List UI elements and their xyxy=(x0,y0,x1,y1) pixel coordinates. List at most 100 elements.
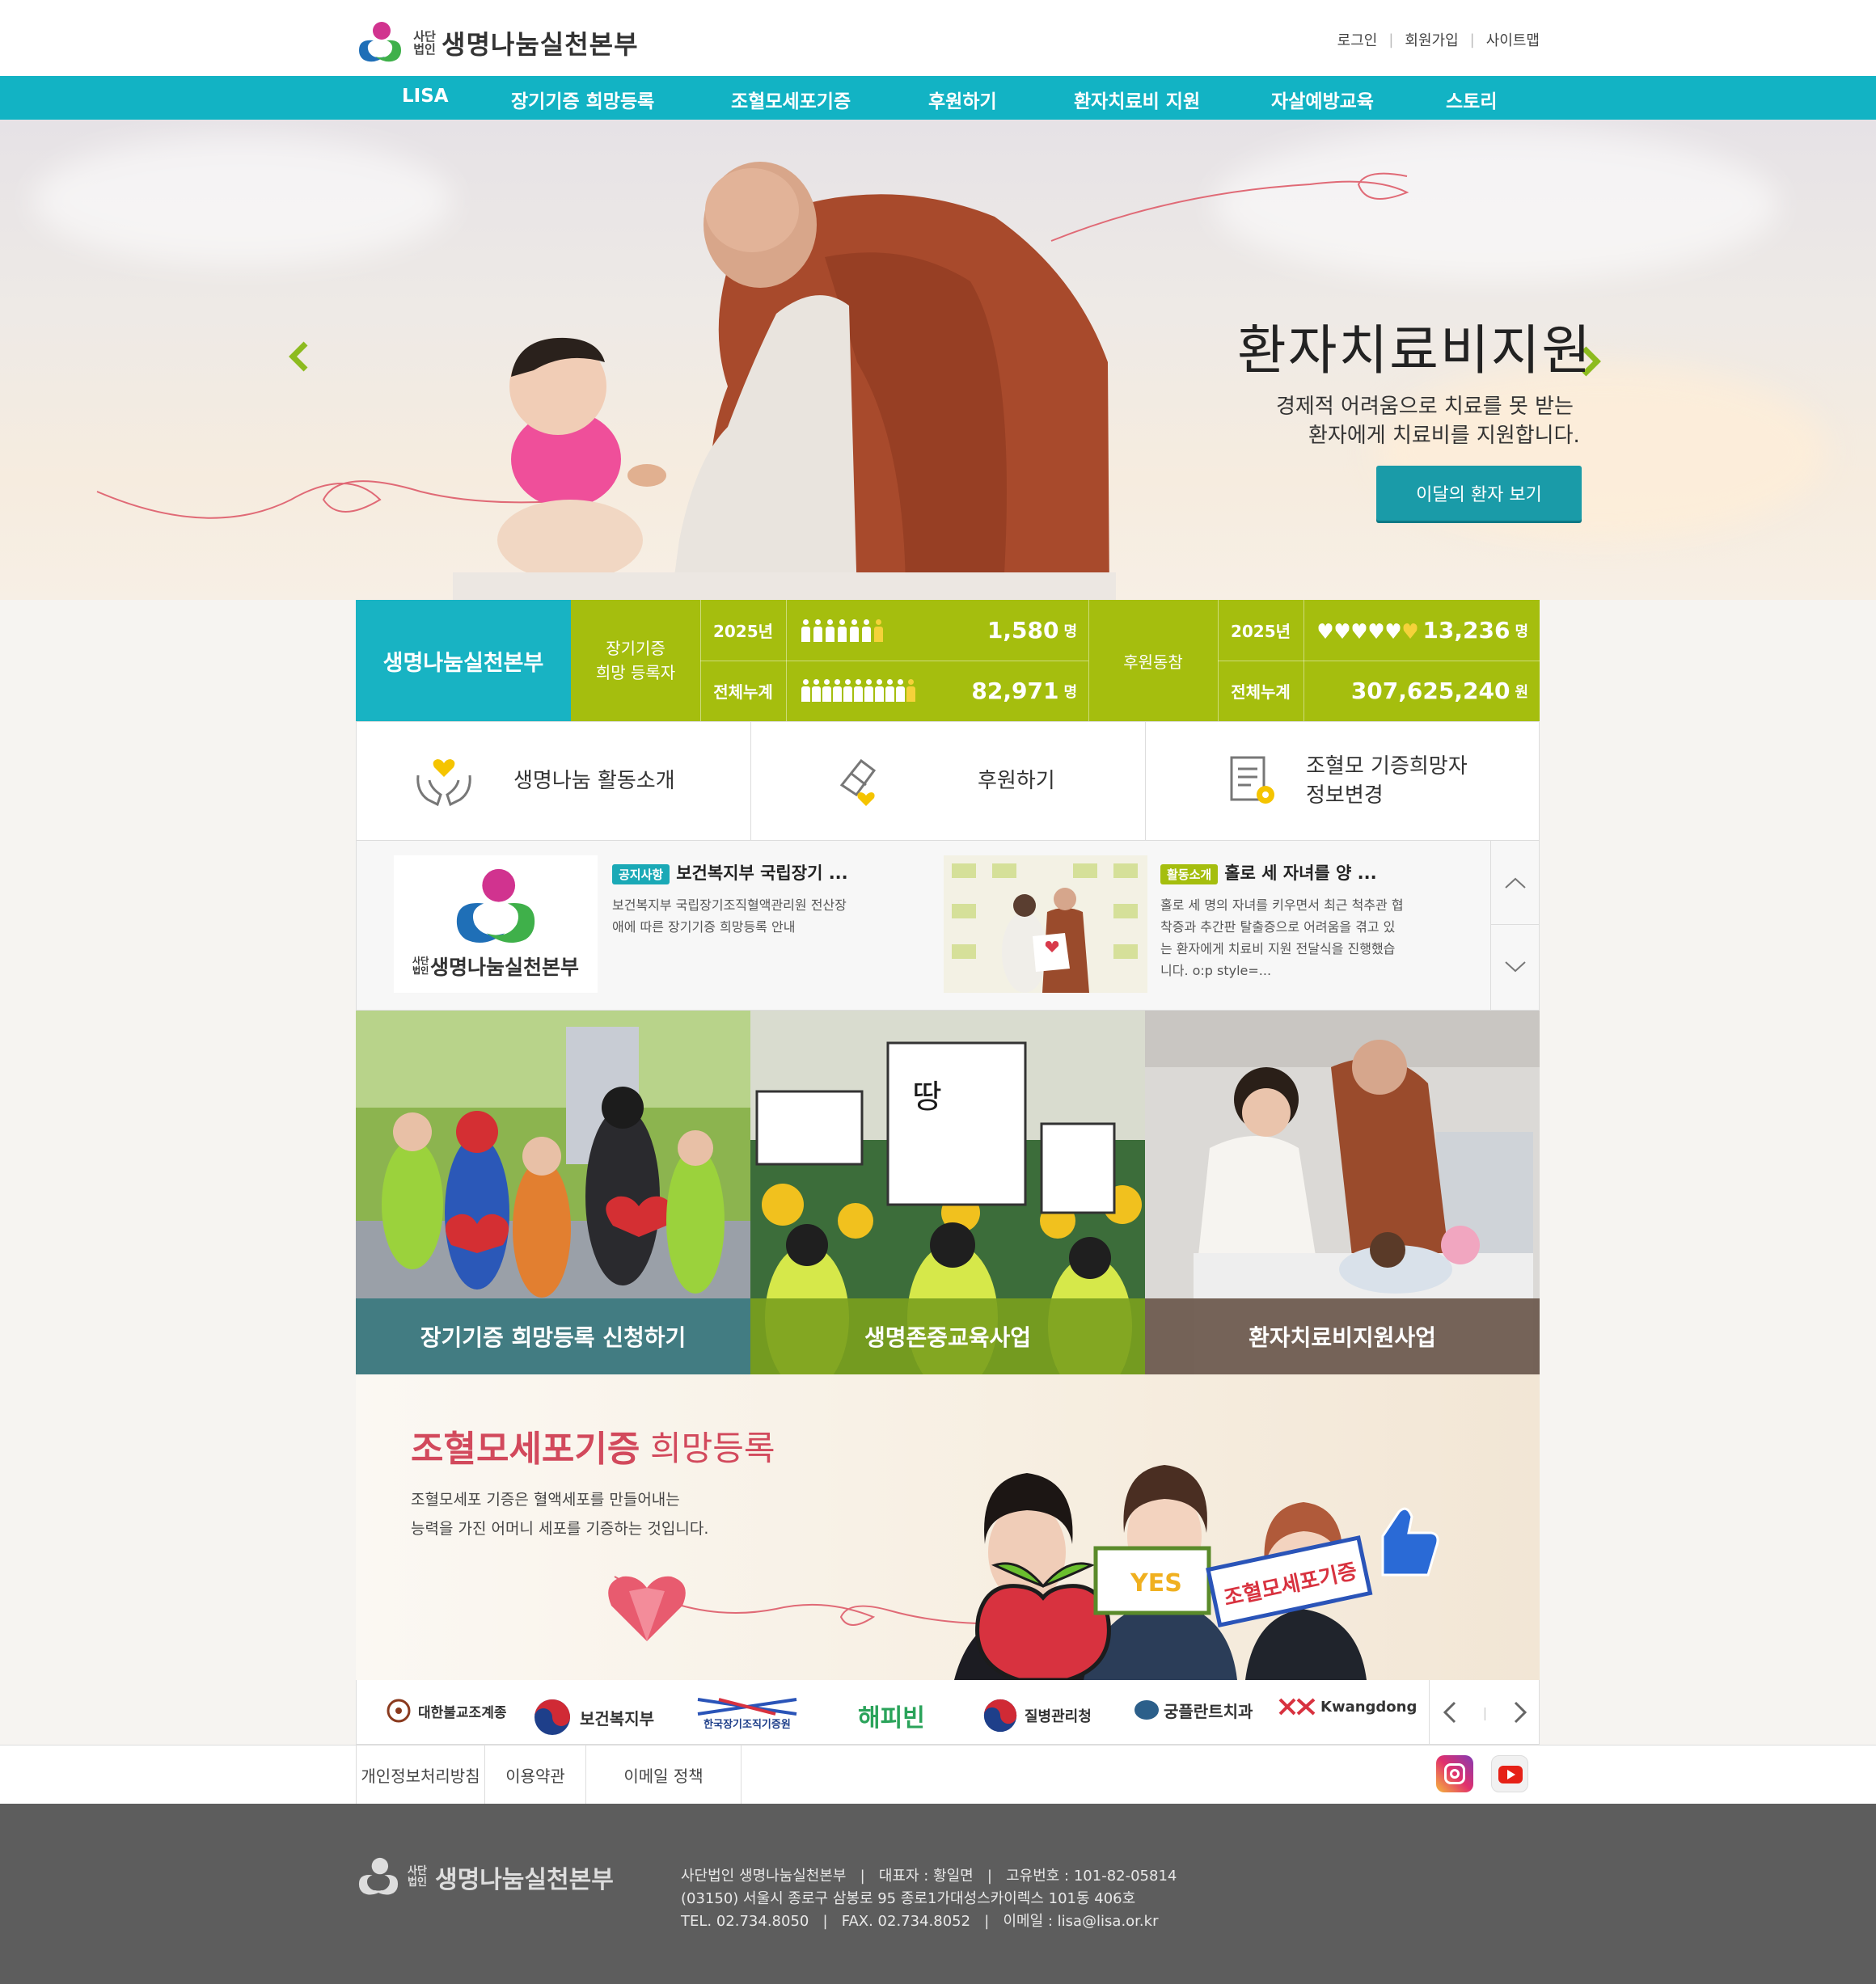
news-item-activity[interactable]: 활동소개 홀로 세 자녀를 양 ... 홀로 세 명의 자녀를 키우면서 최근 척… xyxy=(1160,860,1435,981)
terms-link[interactable]: 이용약관 xyxy=(485,1745,586,1804)
activity-text-line4: 니다. o:p style=... xyxy=(1160,963,1272,978)
logo-mark-icon xyxy=(356,21,404,65)
support-total-label: 전체누계 xyxy=(1231,682,1291,702)
logo-small-text: 사단법인 xyxy=(413,29,436,57)
logo-small-text: 사단법인 xyxy=(412,956,429,976)
support-year-stat: 13,236 명 xyxy=(1422,600,1540,661)
sitemap-link[interactable]: 사이트맵 xyxy=(1486,29,1540,50)
cord-banner[interactable]: 조혈모세포기증 희망등록 조혈모세포 기증은 혈액세포를 만들어내는 능력을 가… xyxy=(356,1374,1540,1680)
tile-caption: 환자치료비지원사업 xyxy=(1145,1298,1540,1374)
logo-name: 생명나눔실천본부 xyxy=(435,1866,614,1894)
tile-caption: 생명존중교육사업 xyxy=(750,1298,1145,1374)
email-policy-link[interactable]: 이메일 정책 xyxy=(586,1745,742,1804)
activity-text-line2: 착증과 추간판 탈출증으로 어려움을 겪고 있 xyxy=(1160,919,1396,935)
partner-kwangdong[interactable]: Kwangdong xyxy=(1278,1698,1417,1716)
news-item-notice[interactable]: 공지사항 보건복지부 국립장기 ... 보건복지부 국립장기조직혈액관리원 전산장… xyxy=(612,860,903,938)
quick-cord-label: 조혈모 기증희망자 정보변경 xyxy=(1306,752,1468,810)
partner-name: 질병관리청 xyxy=(1025,1708,1092,1725)
quick-donate-label: 후원하기 xyxy=(978,769,1055,793)
tile-caption: 장기기증 희망등록 신청하기 xyxy=(356,1298,750,1374)
document-gear-icon xyxy=(1230,756,1274,804)
nav-item-story[interactable]: 스토리 xyxy=(1446,86,1497,113)
news-thumbnail-logo[interactable]: 사단법인 생명나눔실천본부 xyxy=(394,855,598,993)
support-total-stat: 307,625,240 원 xyxy=(1303,661,1540,721)
privacy-policy-link[interactable]: 개인정보처리방침 xyxy=(356,1745,485,1804)
login-link[interactable]: 로그인 xyxy=(1337,29,1378,50)
partner-happybean[interactable]: 해피빈 xyxy=(858,1698,925,1733)
organ-label-line1: 장기기증 xyxy=(606,639,665,658)
quick-activity[interactable]: 생명나눔 활동소개 xyxy=(357,722,751,840)
partner-mohw[interactable]: 보건복지부 xyxy=(533,1698,654,1737)
signup-link[interactable]: 회원가입 xyxy=(1405,29,1458,50)
site-header: 사단법인 생명나눔실천본부 로그인 | 회원가입 | 사이트맵 xyxy=(0,0,1876,76)
koda-mark-icon xyxy=(697,1698,797,1716)
view-patient-button[interactable]: 이달의 환자 보기 xyxy=(1376,466,1582,521)
organ-year-stat: 1,580 명 xyxy=(922,600,1088,661)
cord-illustration: YES 조혈모세포기증 xyxy=(608,1465,1439,1680)
organ-label-line2: 희망 등록자 xyxy=(595,663,676,682)
unit: 명 xyxy=(1063,683,1077,701)
chevron-left-icon[interactable] xyxy=(1442,1700,1458,1724)
activity-text-line1: 홀로 세 명의 자녀를 키우면서 최근 척추관 협 xyxy=(1160,897,1404,913)
news-thumbnail-photo[interactable] xyxy=(944,855,1147,993)
divider xyxy=(1088,600,1089,721)
nav-item-support[interactable]: 후원하기 xyxy=(928,86,997,113)
taegeuk-icon xyxy=(983,1699,1017,1733)
nav-item-treatment[interactable]: 환자치료비 지원 xyxy=(1074,86,1200,113)
youtube-icon[interactable] xyxy=(1491,1755,1528,1792)
tile-treatment-support[interactable]: 환자치료비지원사업 xyxy=(1145,1011,1540,1374)
logo-small-text: 사단법인 xyxy=(408,1865,427,1889)
nav-item-cord[interactable]: 조혈모세포기증 xyxy=(731,86,851,113)
chevron-up-icon xyxy=(1504,877,1526,889)
sign-yes-text: YES xyxy=(1130,1569,1182,1598)
footer-info-line1: 사단법인 생명나눔실천본부 | 대표자 : 황일면 | 고유번호 : 101-8… xyxy=(681,1868,1177,1885)
quick-activity-label: 생명나눔 활동소개 xyxy=(513,769,675,793)
tile-life-education[interactable]: 땅 생명존중교육사업 xyxy=(750,1011,1145,1374)
notice-text-line2: 애에 따른 장기기증 희망등록 안내 xyxy=(612,919,796,935)
nav-item-lisa[interactable]: LISA xyxy=(402,86,449,107)
support-year-value: 13,236 xyxy=(1422,617,1511,644)
organ-total-stat: 82,971 명 xyxy=(922,661,1088,721)
site-footer: 사단법인 생명나눔실천본부 사단법인 생명나눔실천본부 | 대표자 : 황일면 … xyxy=(0,1804,1876,1984)
organ-total-label: 전체누계 xyxy=(713,682,773,702)
news-up-button[interactable] xyxy=(1491,841,1539,925)
instagram-icon[interactable] xyxy=(1436,1755,1473,1792)
logo-mark-icon xyxy=(358,1857,399,1895)
chevron-right-icon[interactable] xyxy=(1512,1700,1528,1724)
partner-name: 보건복지부 xyxy=(580,1708,654,1729)
chevron-down-icon xyxy=(1504,961,1526,973)
donation-hand-icon xyxy=(839,758,877,806)
hero-subtitle-line2: 환자에게 치료비를 지원합니다. xyxy=(1308,424,1580,448)
footer-info-line3: TEL. 02.734.8050 | FAX. 02.734.8052 | 이메… xyxy=(681,1913,1159,1930)
partner-koda[interactable]: 한국장기조직기증원 xyxy=(695,1698,800,1731)
divider: | xyxy=(1482,1704,1488,1720)
news-down-button[interactable] xyxy=(1491,925,1539,1009)
nav-item-suicide-prevention[interactable]: 자살예방교육 xyxy=(1271,86,1374,113)
taegeuk-icon xyxy=(534,1699,570,1735)
hero-prev-button[interactable] xyxy=(288,331,309,384)
tile-organ-registration[interactable]: 장기기증 희망등록 신청하기 xyxy=(356,1011,750,1374)
news-pager xyxy=(1490,841,1539,1011)
logo-name: 생명나눔실천본부 xyxy=(429,956,579,979)
main-nav: LISA 장기기증 희망등록 조혈모세포기증 후원하기 환자치료비 지원 자살예… xyxy=(0,76,1876,120)
partner-jogye[interactable]: 대한불교조계종 xyxy=(386,1698,506,1724)
partner-name: Kwangdong xyxy=(1320,1698,1418,1716)
quick-cord-label-line1: 조혈모 기증희망자 xyxy=(1306,754,1468,779)
support-label: 후원동참 xyxy=(1123,652,1183,672)
svg-text:땅: 땅 xyxy=(912,1079,942,1116)
partner-kdca[interactable]: 질병관리청 xyxy=(982,1698,1092,1733)
activity-badge: 활동소개 xyxy=(1160,864,1219,884)
news-section: 사단법인 생명나눔실천본부 공지사항 보건복지부 국립장기 ... 보건복지부 국… xyxy=(356,841,1540,1011)
quick-cord-info-change[interactable]: 조혈모 기증희망자 정보변경 xyxy=(1146,722,1539,840)
nav-item-organ[interactable]: 장기기증 희망등록 xyxy=(511,86,654,113)
partner-name: 한국장기조직기증원 xyxy=(704,1719,791,1731)
logo-name: 생명나눔실천본부 xyxy=(442,29,639,60)
partner-name: 대한불교조계종 xyxy=(418,1704,507,1721)
chevron-left-icon xyxy=(289,341,308,372)
divider: | xyxy=(1469,31,1475,49)
site-logo[interactable]: 사단법인 생명나눔실천본부 xyxy=(356,21,639,65)
partner-gungplant[interactable]: 궁플란트치과 xyxy=(1133,1698,1253,1722)
organ-label: 장기기증 희망 등록자 xyxy=(571,600,700,721)
quick-cord-label-line2: 정보변경 xyxy=(1306,783,1384,808)
quick-donate[interactable]: 후원하기 xyxy=(751,722,1146,840)
